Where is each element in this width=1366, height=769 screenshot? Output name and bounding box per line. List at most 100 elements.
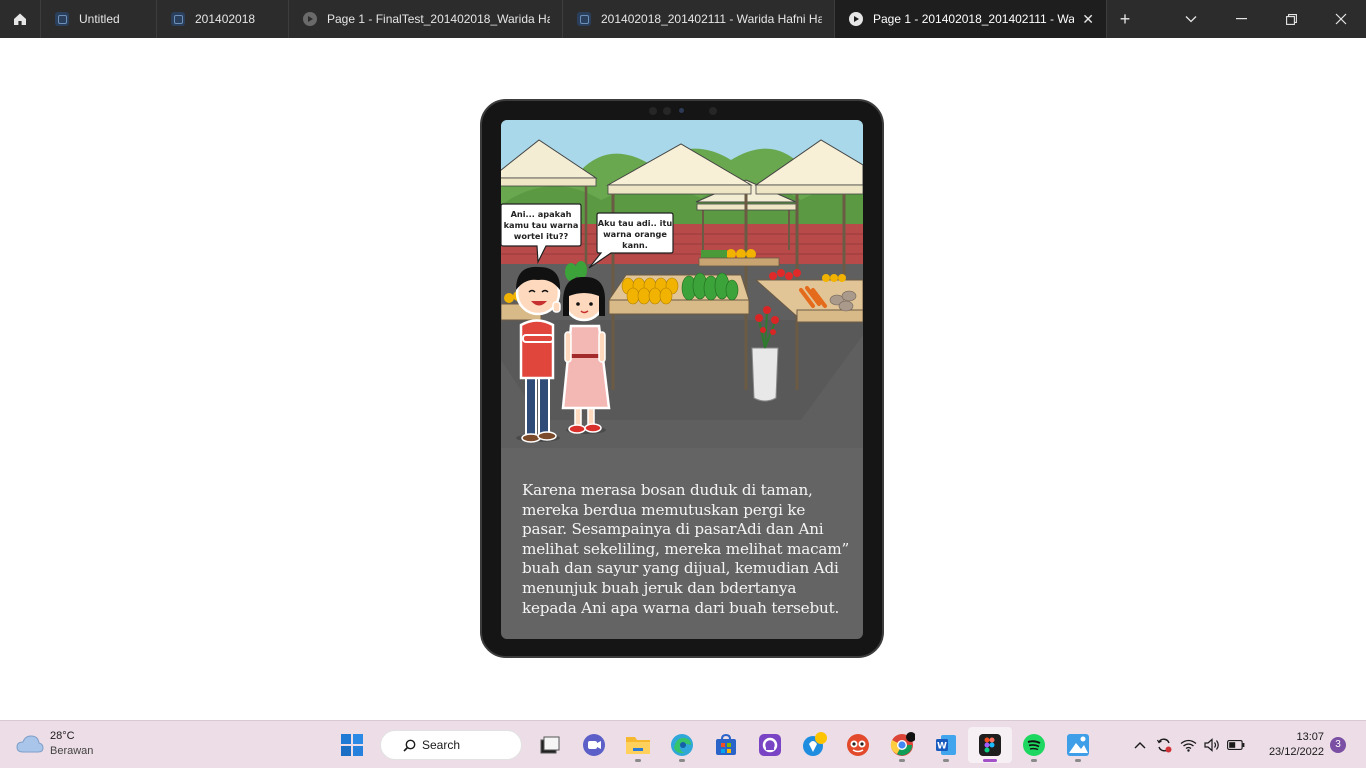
task-view-icon [540, 736, 560, 754]
running-indicator [635, 759, 641, 762]
app-icon-2 [803, 732, 827, 756]
new-tab-button[interactable]: + [1107, 0, 1143, 38]
tab-file-201402018-201402111[interactable]: 201402018_201402111 - Warida Hafni Har [563, 0, 835, 38]
tab-bar: Untitled 201402018 Page 1 - FinalTest_20… [0, 0, 1366, 38]
app-button-3[interactable] [836, 727, 880, 763]
edge-icon [671, 734, 693, 756]
edge-button[interactable] [660, 727, 704, 763]
close-icon [1335, 13, 1347, 25]
home-button[interactable] [0, 0, 41, 38]
figma-button[interactable] [968, 727, 1012, 763]
word-button[interactable]: W [924, 727, 968, 763]
tab-201402018[interactable]: 201402018 [157, 0, 289, 38]
weather-temperature: 28°C [50, 730, 75, 742]
sync-icon [1156, 738, 1172, 753]
folder-icon [626, 737, 650, 754]
tab-prototype-finaltest[interactable]: Page 1 - FinalTest_201402018_Warida Haf [289, 0, 563, 38]
minimize-icon [1235, 18, 1247, 20]
app-button[interactable] [748, 727, 792, 763]
battery-status[interactable] [1224, 721, 1248, 769]
show-hidden-icons[interactable] [1128, 721, 1152, 769]
play-icon [303, 12, 317, 26]
weather-widget[interactable]: 28°C Berawan [16, 729, 93, 759]
tab-label: 201402018 [195, 12, 256, 26]
camera-dot [709, 107, 717, 115]
battery-icon [1227, 740, 1245, 750]
chrome-button[interactable] [880, 727, 924, 763]
chrome-icon [890, 732, 915, 756]
windows-start-icon [341, 734, 363, 756]
close-window-button[interactable] [1316, 0, 1366, 38]
tab-label: Page 1 - 201402018_201402111 - Warid [873, 12, 1075, 26]
chat-icon [583, 734, 605, 756]
restore-button[interactable] [1266, 0, 1316, 38]
tab-untitled[interactable]: Untitled [41, 0, 157, 38]
taskbar-apps: Search W [330, 727, 1100, 763]
store-icon [716, 734, 736, 755]
search-icon [403, 739, 416, 752]
play-icon [849, 12, 863, 26]
restore-icon [1285, 13, 1297, 25]
running-indicator [1031, 759, 1037, 762]
photos-icon [1067, 734, 1089, 756]
running-indicator [943, 759, 949, 762]
photos-button[interactable] [1056, 727, 1100, 763]
home-icon [14, 13, 26, 25]
svg-text:W: W [937, 742, 947, 752]
volume-control[interactable] [1200, 721, 1224, 769]
figma-icon [979, 734, 1001, 756]
tab-dropdown-icon[interactable] [1166, 0, 1216, 38]
file-explorer-button[interactable] [616, 727, 660, 763]
running-indicator [1075, 759, 1081, 762]
story-caption: Karena merasa bosan duduk di taman, mere… [522, 481, 850, 617]
running-indicator [679, 759, 685, 762]
market-scene-illustration: Ani... apakah kamu tau warna wortel itu?… [501, 120, 863, 448]
window-controls [1166, 0, 1366, 38]
taskbar: 28°C Berawan Search W 13:07 23/12/2022 3 [0, 720, 1366, 768]
bubble-left-line-1: Ani... apakah [511, 209, 572, 219]
bubble-right-line-3: kann. [622, 240, 648, 250]
taskbar-search[interactable]: Search [380, 730, 522, 760]
search-label: Search [422, 738, 461, 752]
tab-prototype-active[interactable]: Page 1 - 201402018_201402111 - Warid ✕ [835, 0, 1107, 38]
bubble-right-line-2: warna orange [603, 229, 667, 239]
close-tab-icon[interactable]: ✕ [1082, 11, 1094, 28]
camera-dot [649, 107, 657, 115]
camera-dot [663, 107, 671, 115]
app-icon-3 [847, 734, 869, 756]
figma-file-icon [171, 12, 185, 26]
sync-status[interactable] [1152, 721, 1176, 769]
speaker-icon [1203, 738, 1219, 752]
bubble-left-line-3: wortel itu?? [514, 231, 569, 241]
bubble-right-line-1: Aku tau adi.. itu [598, 218, 673, 228]
app-icon [759, 734, 781, 756]
running-indicator [983, 759, 997, 762]
camera-sensor [679, 108, 684, 113]
network-status[interactable] [1176, 721, 1200, 769]
system-tray [1128, 721, 1248, 769]
minimize-button[interactable] [1216, 0, 1266, 38]
cloud-icon [16, 735, 44, 753]
running-indicator [899, 759, 905, 762]
start-button[interactable] [330, 727, 374, 763]
bubble-left-line-2: kamu tau warna [504, 220, 579, 230]
store-button[interactable] [704, 727, 748, 763]
tab-label: 201402018_201402111 - Warida Hafni Har [601, 12, 822, 26]
app-button-2[interactable] [792, 727, 836, 763]
figma-file-icon [55, 12, 69, 26]
chevron-up-icon [1134, 742, 1146, 749]
task-view-button[interactable] [528, 727, 572, 763]
clock-date: 23/12/2022 [1268, 746, 1324, 758]
system-clock[interactable]: 13:07 23/12/2022 [1258, 730, 1324, 760]
spotify-button[interactable] [1012, 727, 1056, 763]
tab-label: Page 1 - FinalTest_201402018_Warida Haf [327, 12, 550, 26]
figma-file-icon [577, 12, 591, 26]
spotify-icon [1023, 734, 1045, 756]
tablet-frame: Ani... apakah kamu tau warna wortel itu?… [480, 99, 884, 658]
chat-button[interactable] [572, 727, 616, 763]
clock-time: 13:07 [1296, 731, 1324, 743]
notification-badge[interactable]: 3 [1330, 737, 1346, 753]
comic-panel[interactable]: Ani... apakah kamu tau warna wortel itu?… [501, 120, 863, 639]
tab-label: Untitled [79, 12, 120, 26]
weather-condition: Berawan [50, 745, 94, 757]
